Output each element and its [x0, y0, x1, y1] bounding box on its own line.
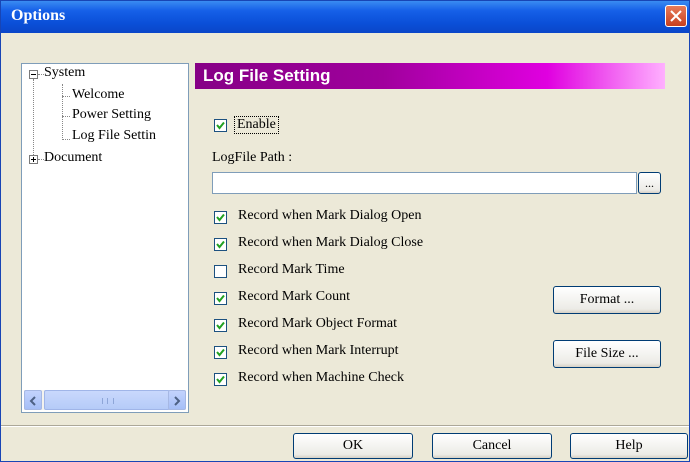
tree-item-log-file-setting[interactable]: Log File Settin — [72, 128, 156, 144]
option-label[interactable]: Record when Mark Interrupt — [238, 343, 399, 359]
grip-icon — [102, 398, 114, 404]
format-button[interactable]: Format ... — [553, 286, 661, 314]
enable-label[interactable]: Enable — [234, 116, 279, 134]
browse-button[interactable]: ... — [638, 172, 661, 194]
scroll-right-button[interactable] — [168, 390, 186, 410]
option-checkbox[interactable] — [214, 211, 227, 224]
close-icon — [670, 10, 682, 22]
check-icon — [216, 375, 225, 384]
option-checkbox[interactable] — [214, 292, 227, 305]
option-label[interactable]: Record when Mark Dialog Close — [238, 235, 423, 251]
section-header: Log File Setting — [195, 63, 665, 89]
tree-connector — [33, 79, 34, 159]
help-button[interactable]: Help — [570, 433, 688, 459]
section-title: Log File Setting — [203, 66, 331, 85]
arrow-left-icon — [29, 396, 36, 406]
options-dialog: Options System Welcome Power Setting Log… — [0, 0, 690, 462]
tree-item-power-setting[interactable]: Power Setting — [72, 107, 151, 123]
ok-button[interactable]: OK — [293, 433, 413, 459]
expand-icon[interactable] — [29, 155, 38, 164]
option-label[interactable]: Record when Machine Check — [238, 370, 404, 386]
tree-connector — [62, 116, 70, 117]
tree-connector — [62, 96, 70, 97]
check-icon — [216, 294, 225, 303]
check-icon — [216, 240, 225, 249]
option-label[interactable]: Record Mark Object Format — [238, 316, 397, 332]
tree-item-system[interactable]: System — [44, 65, 85, 81]
close-button[interactable] — [665, 5, 687, 27]
horizontal-scrollbar[interactable] — [24, 390, 186, 410]
check-icon — [216, 121, 225, 130]
collapse-icon[interactable] — [29, 70, 38, 79]
window-title: Options — [11, 7, 66, 24]
option-checkbox[interactable] — [214, 238, 227, 251]
category-tree[interactable]: System Welcome Power Setting Log File Se… — [21, 63, 189, 413]
option-label[interactable]: Record Mark Count — [238, 289, 350, 305]
tree-connector — [62, 139, 70, 140]
arrow-right-icon — [174, 396, 181, 406]
cancel-button[interactable]: Cancel — [432, 433, 552, 459]
option-checkbox[interactable] — [214, 373, 227, 386]
logfile-path-label: LogFile Path : — [212, 150, 293, 165]
check-icon — [216, 321, 225, 330]
option-checkbox[interactable] — [214, 346, 227, 359]
file-size-button[interactable]: File Size ... — [553, 340, 661, 368]
check-icon — [216, 348, 225, 357]
check-icon — [216, 213, 225, 222]
enable-checkbox[interactable] — [214, 119, 227, 132]
scroll-left-button[interactable] — [24, 390, 42, 410]
tree-item-document[interactable]: Document — [44, 150, 102, 166]
tree-item-welcome[interactable]: Welcome — [72, 87, 125, 103]
tree-connector — [62, 84, 63, 140]
title-bar[interactable]: Options — [1, 1, 689, 33]
option-label[interactable]: Record when Mark Dialog Open — [238, 208, 422, 224]
logfile-path-input[interactable] — [212, 172, 637, 194]
option-label[interactable]: Record Mark Time — [238, 262, 345, 278]
footer-divider — [1, 425, 689, 427]
option-checkbox[interactable] — [214, 319, 227, 332]
scroll-thumb[interactable] — [44, 390, 170, 410]
option-checkbox[interactable] — [214, 265, 227, 278]
